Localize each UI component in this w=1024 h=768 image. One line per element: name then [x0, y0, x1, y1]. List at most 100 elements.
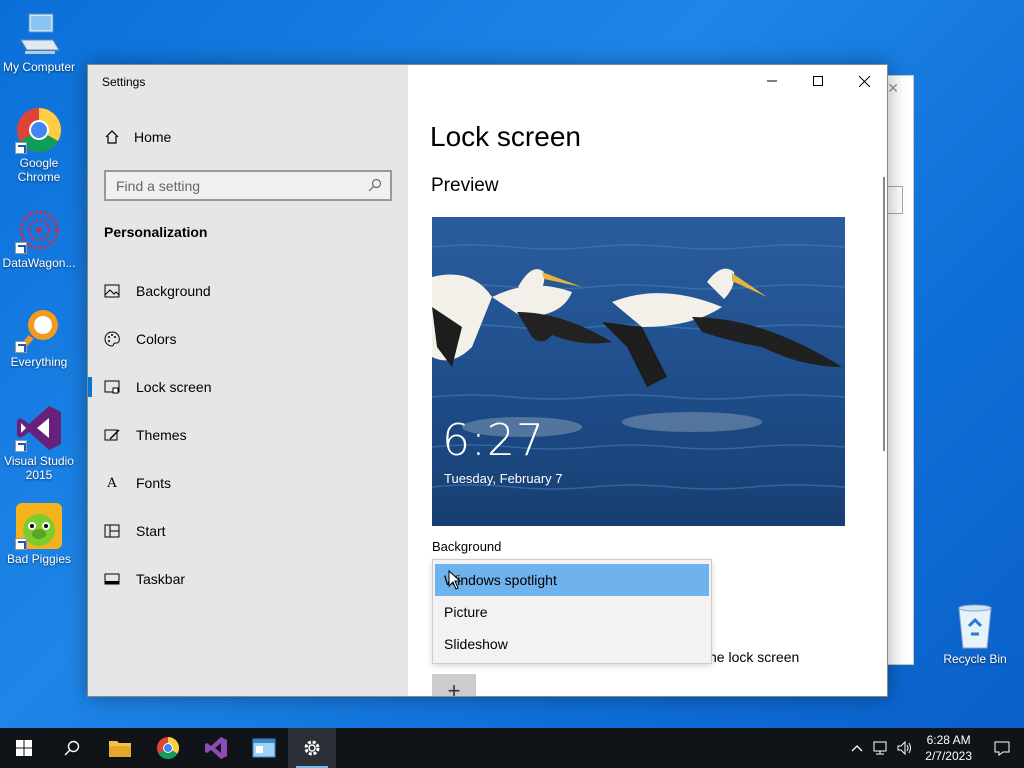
preview-date: Tuesday, February 7 [444, 471, 563, 486]
clock-date: 2/7/2023 [925, 749, 972, 763]
desktop-icon-label: Visual Studio 2015 [4, 454, 74, 482]
window-app-icon [252, 738, 276, 758]
desktop-icon-label: My Computer [2, 60, 76, 74]
desktop-icon-label: Recycle Bin [943, 652, 1007, 666]
settings-window[interactable]: Settings Home Personalization Background… [87, 64, 888, 697]
nav-item-label: Lock screen [136, 379, 212, 395]
palette-icon [104, 331, 120, 347]
nav-item-taskbar[interactable]: Taskbar [88, 559, 408, 599]
volume-icon[interactable] [893, 728, 917, 768]
desktop-icon-recycle-bin[interactable]: Recycle Bin [936, 602, 1014, 666]
desktop-icon-my-computer[interactable]: My Computer [0, 10, 78, 74]
taskbar-chrome[interactable] [144, 728, 192, 768]
minimize-button[interactable] [749, 65, 795, 97]
search-icon[interactable] [368, 178, 382, 192]
folder-icon [109, 741, 131, 757]
nav-item-label: Start [136, 523, 166, 539]
nav-item-themes[interactable]: Themes [88, 415, 408, 455]
system-tray: 6:28 AM 2/7/2023 [845, 728, 1024, 768]
background-setting-label: Background [432, 539, 502, 554]
chrome-icon [15, 106, 63, 154]
visual-studio-icon [205, 737, 227, 759]
desktop-icon-datawagon[interactable]: DataWagon... [0, 206, 78, 270]
clock-time: 6:28 AM [926, 733, 971, 747]
shortcut-arrow-icon [15, 242, 27, 254]
maximize-button[interactable] [795, 65, 841, 97]
chrome-icon [157, 737, 179, 759]
dropdown-option-windows-spotlight[interactable]: Windows spotlight [435, 564, 709, 596]
nav-item-label: Colors [136, 331, 177, 347]
search-icon [64, 740, 80, 756]
settings-content: Lock screen Preview 6:27 Tuesday, Februa… [408, 65, 887, 696]
dropdown-option-slideshow[interactable]: Slideshow [433, 628, 711, 660]
tray-clock[interactable]: 6:28 AM 2/7/2023 [917, 732, 980, 764]
shortcut-arrow-icon [15, 538, 27, 550]
desktop-icon-label: DataWagon... [2, 256, 76, 270]
search-box[interactable] [104, 170, 392, 201]
computer-icon [15, 10, 63, 58]
windows-logo-icon [16, 740, 32, 756]
nav-item-label: Background [136, 283, 211, 299]
window-title: Settings [102, 75, 146, 89]
taskbar-visual-studio[interactable] [192, 728, 240, 768]
nav-item-label: Themes [136, 427, 187, 443]
desktop-icon-label: Bad Piggies [6, 552, 72, 566]
taskbar-icon [104, 571, 120, 587]
settings-nav-pane: Settings Home Personalization Background… [88, 65, 408, 696]
nav-item-label: Fonts [136, 475, 172, 491]
desktop-icon-label: Everything [10, 355, 68, 369]
content-scrollbar[interactable] [883, 177, 885, 451]
nav-item-lock-screen[interactable]: Lock screen [88, 367, 408, 407]
background-dropdown-list[interactable]: Windows spotlight Picture Slideshow [432, 559, 712, 664]
start-button[interactable] [0, 728, 48, 768]
bad-piggies-icon [15, 502, 63, 550]
window-controls [749, 65, 887, 97]
nav-home[interactable]: Home [104, 129, 171, 145]
nav-item-colors[interactable]: Colors [88, 319, 408, 359]
taskbar-app[interactable] [240, 728, 288, 768]
nav-item-label: Taskbar [136, 571, 186, 587]
action-center-button[interactable] [980, 728, 1024, 768]
visual-studio-icon [15, 404, 63, 452]
taskbar-search-button[interactable] [48, 728, 96, 768]
start-icon [104, 523, 120, 539]
shortcut-arrow-icon [15, 142, 27, 154]
recycle-bin-icon [951, 602, 999, 650]
minimize-icon [767, 80, 777, 82]
nav-item-background[interactable]: Background [88, 271, 408, 311]
mouse-cursor-icon [448, 570, 462, 590]
gear-icon [304, 740, 320, 756]
preview-heading: Preview [431, 175, 499, 196]
taskbar: 6:28 AM 2/7/2023 [0, 728, 1024, 768]
maximize-icon [813, 76, 823, 86]
desktop-icon-bad-piggies[interactable]: Bad Piggies [0, 502, 78, 566]
desktop-icon-everything[interactable]: Everything [0, 305, 78, 369]
brush-icon [104, 427, 120, 443]
home-icon [104, 129, 120, 145]
nav-home-label: Home [134, 129, 172, 145]
taskbar-settings[interactable] [288, 728, 336, 768]
notification-icon [994, 741, 1010, 756]
close-icon [858, 75, 870, 87]
search-input[interactable] [106, 172, 390, 199]
desktop-icon-visual-studio[interactable]: Visual Studio 2015 [0, 404, 78, 482]
page-title: Lock screen [430, 121, 581, 152]
taskbar-file-explorer[interactable] [96, 728, 144, 768]
nav-section-title: Personalization [104, 224, 208, 240]
dropdown-option-picture[interactable]: Picture [433, 596, 711, 628]
close-button[interactable] [841, 65, 887, 97]
nav-item-start[interactable]: Start [88, 511, 408, 551]
font-icon: A [107, 475, 117, 491]
desktop-icon-label: Google Chrome [17, 156, 61, 184]
desktop-icon-chrome[interactable]: Google Chrome [0, 106, 78, 184]
add-app-button[interactable]: + [432, 674, 476, 696]
datawagon-icon [15, 206, 63, 254]
nav-item-fonts[interactable]: A Fonts [88, 463, 408, 503]
shortcut-arrow-icon [15, 440, 27, 452]
everything-icon [15, 305, 63, 353]
tray-overflow-chevron-icon[interactable] [845, 728, 869, 768]
lock-screen-icon [104, 379, 120, 395]
preview-time: 6:27 [442, 415, 545, 466]
close-icon[interactable]: ✕ [887, 80, 899, 97]
network-icon[interactable] [869, 728, 893, 768]
